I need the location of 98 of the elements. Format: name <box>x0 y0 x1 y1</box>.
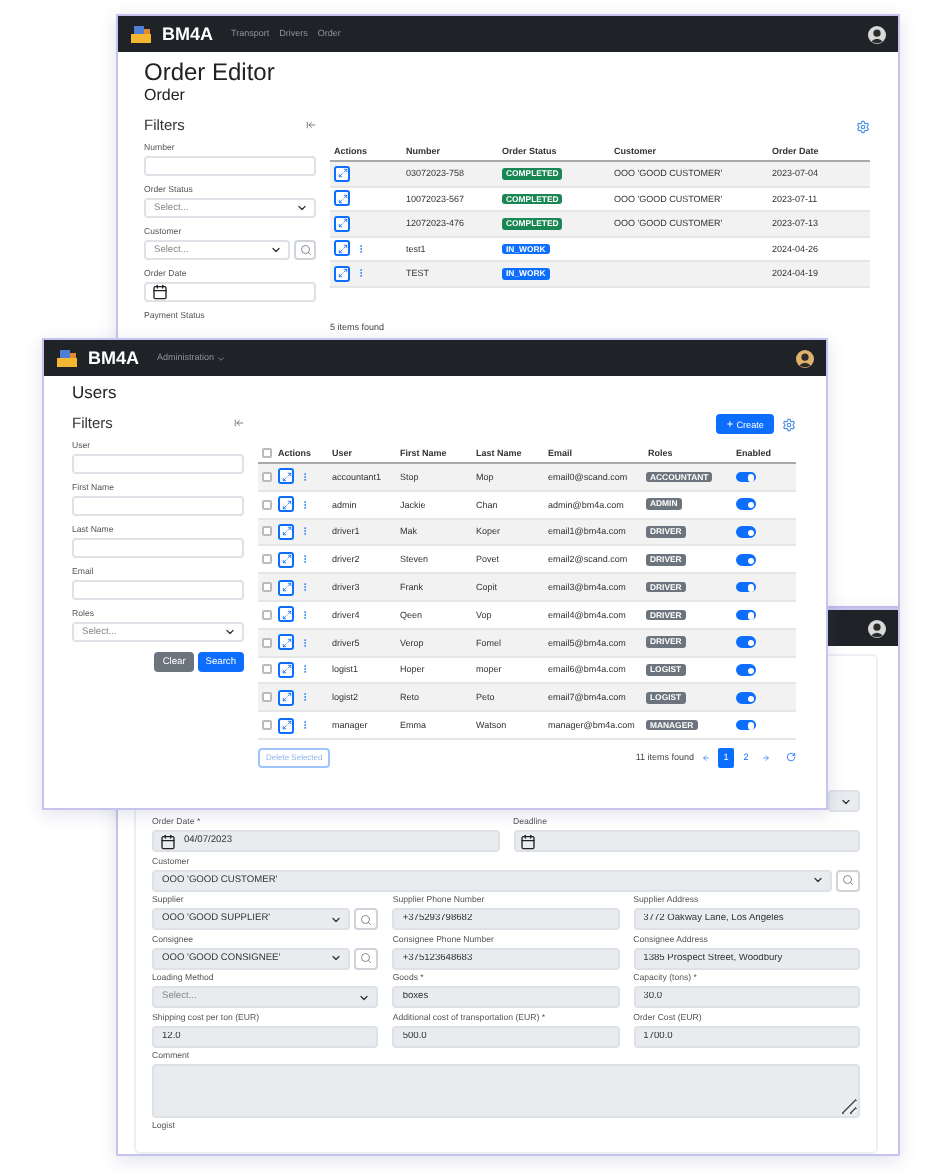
calendar-icon[interactable] <box>519 833 537 849</box>
enabled-toggle[interactable] <box>736 692 756 704</box>
expand-icon <box>281 664 291 675</box>
text-field[interactable] <box>72 580 244 600</box>
text-field[interactable] <box>72 496 244 516</box>
calendar-icon[interactable] <box>158 833 176 849</box>
expand-icon <box>337 193 347 204</box>
row-checkbox[interactable] <box>261 471 271 482</box>
edit-button[interactable] <box>334 215 350 232</box>
expand-icon <box>281 526 291 537</box>
page-title: Users <box>72 382 119 404</box>
edit-button[interactable] <box>278 634 294 651</box>
settings-icon[interactable] <box>856 120 870 134</box>
avatar-icon[interactable] <box>868 25 886 43</box>
brand-name: BM4A <box>162 24 214 44</box>
search-icon <box>299 244 311 256</box>
enabled-toggle[interactable] <box>736 471 756 483</box>
chevron-icon <box>840 795 852 807</box>
expand-icon <box>281 692 291 703</box>
enabled-toggle[interactable] <box>736 609 756 621</box>
date-field[interactable] <box>144 282 316 302</box>
expand-icon <box>281 582 291 593</box>
enabled-toggle[interactable] <box>736 526 756 538</box>
edit-button[interactable] <box>278 523 294 540</box>
row-checkbox[interactable] <box>261 637 271 648</box>
text-field[interactable] <box>72 538 244 558</box>
edit-button[interactable] <box>334 190 350 207</box>
chevron-icon <box>270 244 282 256</box>
enabled-toggle[interactable] <box>736 498 756 510</box>
plus-icon <box>725 420 734 428</box>
row-checkbox[interactable] <box>261 526 271 537</box>
collapse-icon[interactable] <box>306 119 316 129</box>
edit-button[interactable] <box>278 551 294 568</box>
row-checkbox[interactable] <box>261 582 271 593</box>
expand-icon <box>281 471 291 482</box>
edit-button[interactable] <box>278 689 294 706</box>
settings-icon[interactable] <box>782 417 796 431</box>
enabled-toggle[interactable] <box>736 636 756 648</box>
edit-button[interactable] <box>334 165 350 182</box>
row-checkbox[interactable] <box>261 609 271 620</box>
search-button[interactable] <box>294 240 316 260</box>
search-icon <box>360 952 373 964</box>
avatar-icon[interactable] <box>796 349 814 367</box>
chevron-icon <box>296 202 308 214</box>
edit-button[interactable] <box>278 606 294 623</box>
chevron-icon <box>216 353 227 363</box>
avatar-icon[interactable] <box>868 619 886 637</box>
arrow-right-icon <box>762 753 770 762</box>
row-checkbox[interactable] <box>261 720 271 731</box>
logo-icon <box>130 24 152 44</box>
row-checkbox[interactable] <box>261 692 271 703</box>
edit-button[interactable] <box>278 661 294 678</box>
expand-icon <box>337 268 347 279</box>
expand-icon <box>281 637 291 648</box>
logo-icon <box>56 348 78 368</box>
select-all-checkbox[interactable] <box>261 447 271 457</box>
row-checkbox[interactable] <box>261 554 271 565</box>
enabled-toggle[interactable] <box>736 664 756 676</box>
expand-icon <box>337 168 347 179</box>
comment-field[interactable] <box>152 1064 860 1118</box>
row-checkbox[interactable] <box>261 499 271 510</box>
chevron-icon <box>330 913 343 925</box>
expand-icon <box>281 720 291 731</box>
search-button[interactable] <box>836 869 860 891</box>
date-field[interactable] <box>513 830 860 852</box>
search-icon <box>842 874 854 886</box>
enabled-toggle[interactable] <box>736 581 756 593</box>
refresh-icon[interactable] <box>786 752 796 763</box>
expand-icon <box>337 243 347 254</box>
search-button[interactable] <box>354 947 379 969</box>
arrow-left-icon <box>702 753 710 762</box>
enabled-toggle[interactable] <box>736 719 756 731</box>
expand-icon <box>281 554 291 565</box>
text-field[interactable] <box>72 454 244 474</box>
chevron-icon <box>812 874 824 886</box>
edit-button[interactable] <box>278 496 294 513</box>
page-subtitle: Order <box>144 86 187 106</box>
chevron-icon <box>330 952 343 964</box>
search-icon <box>360 913 373 925</box>
edit-button[interactable] <box>278 717 294 734</box>
calendar-icon[interactable] <box>150 284 168 300</box>
collapse-icon[interactable] <box>234 417 244 427</box>
expand-icon <box>337 218 347 229</box>
select-field[interactable] <box>828 790 860 812</box>
page-title: Order Editor <box>144 58 277 86</box>
expand-icon <box>281 499 291 510</box>
chevron-icon <box>224 626 236 638</box>
edit-button[interactable] <box>278 468 294 485</box>
brand-name: BM4A <box>88 348 140 368</box>
edit-button[interactable] <box>334 240 350 257</box>
expand-icon <box>281 609 291 620</box>
enabled-toggle[interactable] <box>736 554 756 566</box>
search-button[interactable] <box>354 908 379 930</box>
edit-button[interactable] <box>278 579 294 596</box>
edit-button[interactable] <box>334 265 350 282</box>
row-checkbox[interactable] <box>261 664 271 675</box>
text-field[interactable] <box>144 156 316 176</box>
chevron-icon <box>358 991 371 1003</box>
